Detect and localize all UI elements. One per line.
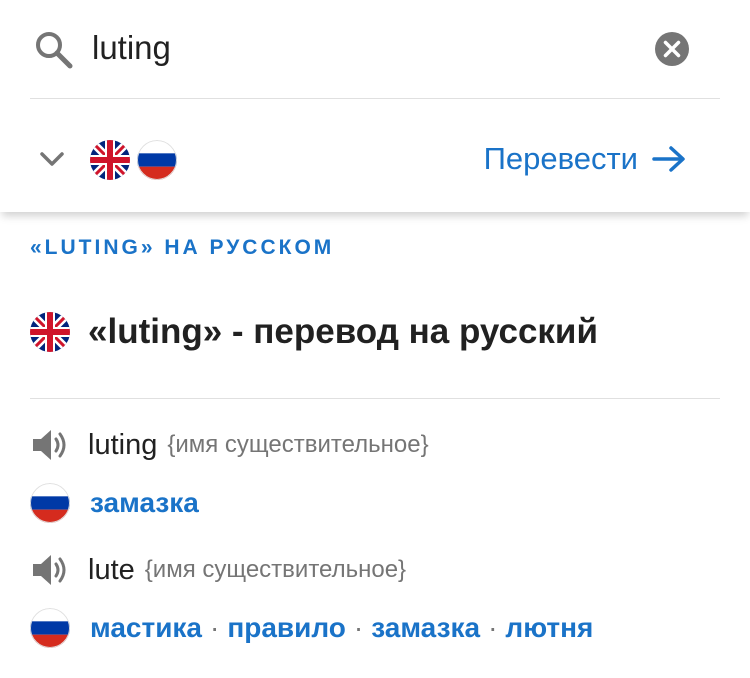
- section-heading: «LUTING» НА РУССКОМ: [30, 236, 335, 259]
- separator: ·: [488, 612, 498, 643]
- search-input[interactable]: [92, 22, 612, 74]
- speaker-icon[interactable]: [30, 427, 72, 463]
- ru-flag-icon: [30, 608, 70, 648]
- language-selector: Перевести: [0, 99, 750, 212]
- uk-flag-icon[interactable]: [90, 140, 130, 180]
- ru-flag-icon: [30, 483, 70, 523]
- translation-link[interactable]: правило: [227, 612, 346, 644]
- translation-link[interactable]: мастика: [90, 612, 202, 644]
- separator: ·: [210, 612, 220, 643]
- entry-header: luting {имя существительное}: [30, 425, 730, 465]
- uk-flag-icon: [30, 312, 70, 352]
- translation-row: мастика · правило · замазка · лютня: [30, 606, 730, 650]
- headword: luting: [88, 428, 158, 461]
- translation-row: замазка: [30, 481, 730, 525]
- entry-header: lute {имя существительное}: [30, 550, 730, 590]
- translation-link[interactable]: лютня: [505, 612, 593, 644]
- page-title: «luting» - перевод на русский: [88, 312, 598, 351]
- page-title-row: «luting» - перевод на русский: [30, 310, 598, 354]
- headword: lute: [88, 553, 135, 586]
- translate-button[interactable]: Перевести: [484, 137, 686, 181]
- clear-search-button[interactable]: [654, 31, 690, 67]
- chevron-down-icon[interactable]: [38, 149, 66, 169]
- arrow-right-icon: [652, 146, 685, 172]
- translation-link[interactable]: замазка: [90, 487, 199, 519]
- part-of-speech: {имя существительное}: [144, 556, 407, 583]
- separator: ·: [353, 612, 364, 643]
- dictionary-entry: lute {имя существительное} мастика · пра…: [30, 550, 730, 650]
- dictionary-entry: luting {имя существительное} замазка: [30, 425, 730, 525]
- translate-button-label: Перевести: [483, 141, 638, 176]
- ru-flag-icon[interactable]: [137, 140, 177, 180]
- translation-link[interactable]: замазка: [371, 612, 480, 644]
- search-bar: [0, 0, 750, 98]
- search-icon: [36, 32, 73, 69]
- content-divider: [30, 398, 720, 399]
- search-card: Перевести: [0, 0, 750, 212]
- speaker-icon[interactable]: [30, 552, 72, 588]
- part-of-speech: {имя существительное}: [167, 431, 429, 458]
